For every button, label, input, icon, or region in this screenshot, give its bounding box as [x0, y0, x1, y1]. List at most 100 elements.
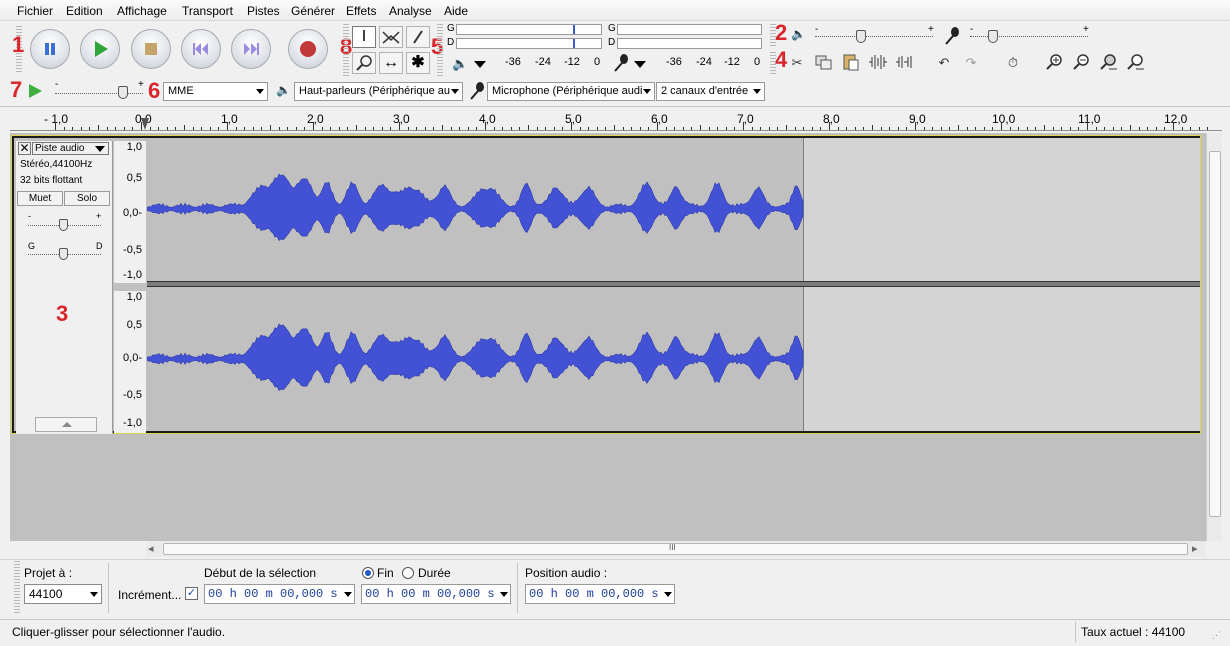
zoom-tool[interactable]	[352, 52, 376, 74]
input-device-select[interactable]: Microphone (Périphérique audi	[487, 82, 655, 101]
skip-start-button[interactable]	[181, 29, 221, 69]
cut-button[interactable]: ✂	[785, 52, 809, 74]
output-volume-thumb[interactable]	[856, 30, 866, 43]
edit-grip[interactable]	[770, 52, 776, 76]
waveform-right-channel[interactable]	[146, 287, 804, 431]
audio-track[interactable]: ✕ Piste audio Stéréo,44100Hz 32 bits flo…	[12, 136, 1200, 434]
solo-button[interactable]: Solo	[64, 191, 110, 206]
audio-position-field[interactable]: 00 h 00 m 00,000 s	[525, 584, 675, 604]
horizontal-scrollbar[interactable]: ◂ III ▸	[146, 541, 1206, 557]
empty-track-area[interactable]	[804, 287, 1200, 431]
selection-end-field[interactable]: 00 h 00 m 00,000 s	[361, 584, 511, 604]
trim-button[interactable]	[866, 52, 890, 74]
menu-generer[interactable]: Générer	[291, 4, 335, 18]
speaker-icon[interactable]: 🔈	[452, 56, 468, 72]
empty-track-area[interactable]	[804, 138, 1200, 281]
length-radio[interactable]	[402, 567, 414, 579]
play-button[interactable]	[80, 29, 120, 69]
project-rate-select[interactable]: 44100	[24, 584, 102, 604]
input-volume-thumb[interactable]	[988, 30, 998, 43]
paste-button[interactable]	[839, 52, 863, 74]
mute-button[interactable]: Muet	[17, 191, 63, 206]
play-speed-thumb[interactable]	[118, 86, 128, 99]
record-meter-left[interactable]	[617, 24, 762, 35]
selection-start-field[interactable]: 00 h 00 m 00,000 s	[204, 584, 355, 604]
selection-grip[interactable]	[14, 561, 20, 613]
close-track-button[interactable]: ✕	[18, 142, 31, 155]
scroll-right-arrow[interactable]: ▸	[1192, 542, 1198, 555]
zoom-in-button[interactable]	[1042, 52, 1066, 74]
audio-host-select[interactable]: MME	[163, 82, 268, 101]
skip-end-button[interactable]	[231, 29, 271, 69]
speed-slider-min: -	[55, 79, 59, 90]
menu-aide[interactable]: Aide	[444, 4, 468, 18]
gain-thumb[interactable]	[59, 219, 68, 231]
output-device-value: Haut-parleurs (Périphérique au	[299, 85, 451, 97]
envelope-tool[interactable]	[379, 26, 403, 48]
playback-meter-menu-arrow[interactable]	[474, 61, 486, 68]
fit-selection-icon	[1100, 54, 1117, 70]
input-channels-select[interactable]: 2 canaux d'entrée	[656, 82, 765, 101]
silence-button[interactable]	[893, 52, 917, 74]
output-volume-icon: 🔈	[791, 27, 806, 41]
vertical-scrollbar[interactable]	[1206, 133, 1222, 541]
output-volume-slider[interactable]	[815, 36, 933, 38]
draw-tool[interactable]	[406, 26, 430, 48]
timeshift-tool[interactable]: ↔	[379, 52, 403, 74]
zoom-out-button[interactable]	[1069, 52, 1093, 74]
redo-button[interactable]: ↷	[959, 52, 983, 74]
vertical-ruler-right[interactable]: 1,0 0,5 0,0- -0,5 -1,0	[114, 291, 146, 433]
pause-button[interactable]	[30, 29, 70, 69]
ruler-tick	[467, 127, 469, 130]
play-head-marker[interactable]	[141, 118, 149, 130]
annotation-1: 1	[12, 32, 25, 57]
tools-grip[interactable]	[343, 24, 349, 76]
resize-grip-icon[interactable]: ⋰	[1212, 630, 1221, 641]
playback-meter-right[interactable]	[456, 38, 602, 49]
output-device-select[interactable]: Haut-parleurs (Périphérique au	[294, 82, 463, 101]
play-speed-slider[interactable]	[55, 93, 143, 95]
vertical-scroll-thumb[interactable]	[1209, 151, 1221, 517]
playback-meter-left[interactable]	[456, 24, 602, 35]
chevron-down-icon	[664, 592, 672, 597]
record-meter-menu-arrow[interactable]	[634, 61, 646, 68]
microphone-icon[interactable]	[611, 53, 631, 73]
copy-button[interactable]	[812, 52, 836, 74]
ruler-tick	[493, 127, 495, 130]
record-meter-right[interactable]	[617, 38, 762, 49]
pan-thumb[interactable]	[59, 248, 68, 260]
menu-fichier[interactable]: Fichier	[17, 4, 53, 18]
multi-tool[interactable]: ✱	[406, 52, 430, 74]
gain-max: +	[96, 211, 102, 221]
snap-to-checkbox[interactable]: ✓	[185, 587, 198, 600]
timeline-ruler[interactable]: - 1,0 0,0 1,0 2,0 3,0 4,0 5,0 6,0 7,0 8,…	[10, 107, 1222, 131]
horizontal-scroll-thumb[interactable]: III	[163, 543, 1188, 555]
play-at-speed-button[interactable]	[26, 82, 44, 100]
trim-icon	[869, 55, 887, 69]
ruler-tick	[915, 122, 916, 130]
chevron-up-icon	[62, 422, 72, 427]
menu-edition[interactable]: Edition	[66, 4, 103, 18]
scroll-left-arrow[interactable]: ◂	[148, 542, 154, 555]
meter-grip[interactable]	[437, 24, 443, 76]
undo-button[interactable]: ↶	[932, 52, 956, 74]
mixer-grip[interactable]	[770, 24, 776, 46]
stop-button[interactable]	[131, 29, 171, 69]
menu-effets[interactable]: Effets	[346, 4, 376, 18]
checkmark-icon: ✓	[186, 587, 197, 599]
track-menu-button[interactable]: Piste audio	[32, 142, 109, 155]
fit-selection-button[interactable]	[1096, 52, 1120, 74]
menu-pistes[interactable]: Pistes	[247, 4, 280, 18]
menu-affichage[interactable]: Affichage	[117, 4, 167, 18]
end-radio[interactable]	[362, 567, 374, 579]
menu-analyse[interactable]: Analyse	[389, 4, 432, 18]
waveform-left-channel[interactable]	[146, 138, 804, 281]
record-button[interactable]	[288, 29, 328, 69]
menu-transport[interactable]: Transport	[182, 4, 233, 18]
selection-tool[interactable]: I	[352, 26, 376, 48]
sync-lock-button[interactable]: ⏱	[1001, 52, 1025, 74]
fit-project-button[interactable]	[1123, 52, 1147, 74]
vertical-ruler-left[interactable]: 1,0 0,5 0,0- -0,5 -1,0	[114, 141, 146, 283]
collapse-track-button[interactable]	[35, 417, 97, 432]
ruler-tick-label: 6,0	[651, 112, 668, 126]
